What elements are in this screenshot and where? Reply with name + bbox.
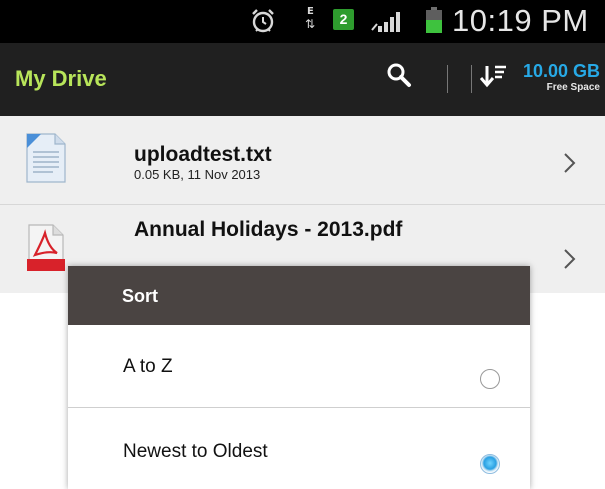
storage-indicator: 10.00 GB Free Space bbox=[500, 61, 600, 94]
status-bar: E ⇅ 2 10:19 PM bbox=[0, 0, 605, 43]
status-time: 10:19 PM bbox=[452, 3, 589, 38]
search-icon bbox=[387, 63, 411, 87]
page-title: My Drive bbox=[15, 66, 107, 91]
radio-button-selected[interactable] bbox=[480, 454, 500, 474]
file-name: Annual Holidays - 2013.pdf bbox=[134, 218, 403, 241]
chevron-right-icon[interactable] bbox=[560, 245, 580, 273]
sort-dialog: Sort A to Z Newest to Oldest bbox=[68, 266, 530, 489]
action-divider bbox=[447, 65, 448, 93]
sort-option-a-to-z[interactable]: A to Z bbox=[68, 325, 530, 407]
sort-option-newest-to-oldest[interactable]: Newest to Oldest bbox=[68, 408, 530, 489]
search-button[interactable] bbox=[380, 58, 420, 98]
sort-option-label: Newest to Oldest bbox=[123, 441, 268, 462]
notification-badge: 2 bbox=[333, 9, 354, 30]
storage-value: 10.00 GB bbox=[522, 61, 600, 81]
sort-dialog-header: Sort bbox=[68, 266, 530, 325]
file-name: uploadtest.txt bbox=[134, 143, 272, 166]
action-divider bbox=[471, 65, 472, 93]
chevron-right-icon[interactable] bbox=[560, 149, 580, 177]
battery-icon bbox=[426, 7, 442, 33]
sort-dialog-title: Sort bbox=[122, 286, 158, 306]
usb-debug-icon: E ⇅ bbox=[303, 6, 319, 32]
pdf-file-icon bbox=[21, 219, 71, 275]
file-meta: 0.05 KB, 11 Nov 2013 bbox=[134, 167, 261, 182]
usb-debug-label: E bbox=[307, 6, 314, 17]
file-item[interactable]: uploadtest.txt 0.05 KB, 11 Nov 2013 bbox=[0, 116, 605, 205]
action-bar: My Drive 10.00 GB Free Space bbox=[0, 43, 605, 116]
text-file-icon bbox=[21, 130, 71, 186]
signal-icon bbox=[370, 8, 416, 39]
storage-label: Free Space bbox=[546, 82, 600, 93]
alarm-icon bbox=[250, 8, 276, 39]
radio-button-unselected[interactable] bbox=[480, 369, 500, 389]
sort-option-label: A to Z bbox=[123, 356, 173, 377]
usb-arrows-glyph: ⇅ bbox=[305, 17, 316, 31]
